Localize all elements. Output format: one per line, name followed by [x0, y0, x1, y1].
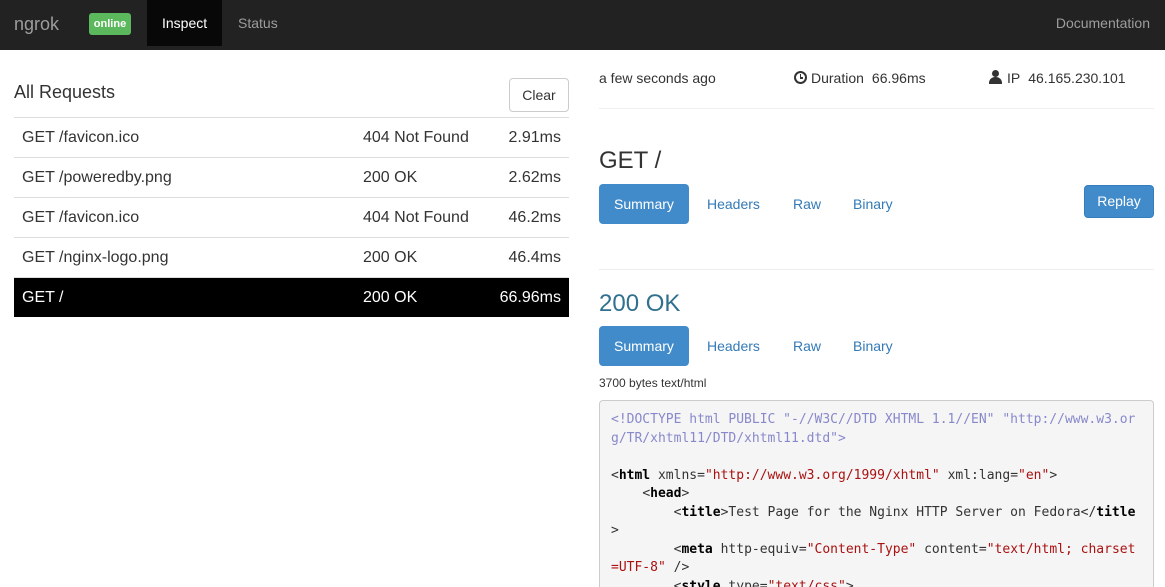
code-attr: http-equiv=	[720, 541, 807, 557]
request-path: GET /poweredby.png	[22, 169, 172, 186]
code-content: <!DOCTYPE html PUBLIC "-//W3C//DTD XHTML…	[611, 411, 1142, 587]
response-body-info: 3700 bytes text/html	[599, 376, 707, 390]
response-body-code[interactable]: <!DOCTYPE html PUBLIC "-//W3C//DTD XHTML…	[599, 400, 1154, 587]
code-tag: head	[650, 486, 682, 501]
request-tab-raw[interactable]: Raw	[778, 184, 836, 224]
request-row[interactable]: GET /favicon.ico 404 Not Found 46.2ms	[14, 198, 569, 238]
request-path: GET /	[22, 289, 64, 306]
brand-logo[interactable]: ngrok	[14, 14, 59, 35]
request-duration: 2.62ms	[508, 169, 561, 186]
response-tab-binary[interactable]: Binary	[838, 326, 908, 366]
request-tab-headers[interactable]: Headers	[692, 184, 775, 224]
code-tag: meta	[681, 541, 713, 557]
request-path: GET /nginx-logo.png	[22, 249, 169, 266]
online-status-badge: online	[89, 13, 131, 35]
request-status: 200 OK	[363, 249, 418, 266]
divider	[599, 108, 1154, 109]
request-time: a few seconds ago	[599, 70, 716, 86]
code-attr: xmlns=	[657, 467, 705, 483]
request-row[interactable]: GET /poweredby.png 200 OK 2.62ms	[14, 158, 569, 198]
code-tag: title	[681, 504, 721, 520]
documentation-link[interactable]: Documentation	[1041, 0, 1165, 46]
response-tab-headers[interactable]: Headers	[692, 326, 775, 366]
request-status: 404 Not Found	[363, 209, 469, 226]
ip-label: IP	[1007, 70, 1021, 86]
code-attr: type=	[728, 578, 768, 587]
response-tab-raw[interactable]: Raw	[778, 326, 836, 366]
requests-table: GET /favicon.ico 404 Not Found 2.91ms GE…	[14, 117, 569, 317]
all-requests-heading: All Requests	[14, 82, 116, 102]
divider	[599, 269, 1154, 270]
clear-button[interactable]: Clear	[509, 78, 569, 112]
request-duration: 2.91ms	[508, 129, 561, 146]
duration-label: Duration	[811, 70, 864, 86]
code-string: "http://www.w3.org/1999/xhtml"	[704, 467, 940, 483]
duration-value: 66.96ms	[871, 70, 926, 86]
request-row-selected[interactable]: GET / 200 OK 66.96ms	[14, 278, 569, 317]
code-string: "Content-Type"	[806, 541, 917, 557]
response-tab-summary[interactable]: Summary	[599, 326, 689, 366]
request-path: GET /favicon.ico	[22, 129, 140, 146]
request-tab-binary[interactable]: Binary	[838, 184, 908, 224]
code-string: "en"	[1018, 467, 1050, 483]
code-attr: content=	[924, 541, 987, 557]
ip-value: 46.165.230.101	[1028, 70, 1126, 86]
code-tag: style	[681, 578, 721, 587]
request-row[interactable]: GET /favicon.ico 404 Not Found 2.91ms	[14, 118, 569, 158]
request-tab-summary[interactable]: Summary	[599, 184, 689, 224]
code-attr: xml:lang=	[947, 467, 1019, 483]
code-doctype: <!DOCTYPE html PUBLIC "-//W3C//DTD XHTML…	[611, 412, 1136, 446]
request-heading: GET /	[599, 147, 662, 174]
request-status: 404 Not Found	[363, 129, 469, 146]
response-heading: 200 OK	[599, 290, 681, 317]
tab-inspect[interactable]: Inspect	[147, 0, 223, 46]
code-string: "text/css"	[767, 578, 846, 587]
request-duration: 66.96ms	[499, 289, 561, 306]
code-tag: title	[1096, 504, 1136, 520]
code-tag: html	[618, 467, 651, 483]
request-duration-info: Duration 66.96ms	[794, 70, 926, 86]
request-path: GET /favicon.ico	[22, 209, 140, 226]
tab-status[interactable]: Status	[223, 0, 293, 46]
replay-button[interactable]: Replay	[1084, 185, 1154, 218]
code-text: Test Page for the Nginx HTTP Server on F…	[728, 504, 1081, 520]
top-navbar: ngrok online Inspect Status Documentatio…	[0, 0, 1165, 50]
request-status: 200 OK	[363, 289, 418, 306]
clock-icon	[794, 71, 807, 84]
request-ip-info: IP 46.165.230.101	[989, 70, 1126, 86]
request-duration: 46.2ms	[508, 209, 561, 226]
request-duration: 46.4ms	[508, 249, 561, 266]
request-status: 200 OK	[363, 169, 418, 186]
user-icon	[989, 70, 1002, 84]
request-row[interactable]: GET /nginx-logo.png 200 OK 46.4ms	[14, 238, 569, 278]
